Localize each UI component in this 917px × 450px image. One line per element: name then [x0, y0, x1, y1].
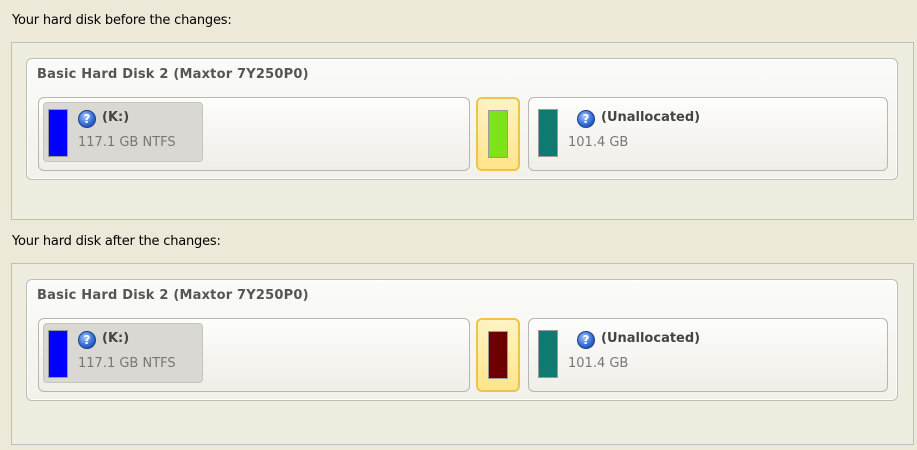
partition-info: 117.1 GB NTFS	[78, 135, 176, 150]
disk-title: Basic Hard Disk 2 (Maxtor 7Y250P0)	[37, 67, 309, 82]
partition-new[interactable]	[476, 318, 520, 392]
partition-color-bar	[538, 109, 558, 157]
partition-unallocated[interactable]: ? (Unallocated) 101.4 GB	[528, 318, 888, 392]
help-icon: ?	[78, 110, 96, 128]
after-label: Your hard disk after the changes:	[12, 234, 221, 249]
partition-name: (Unallocated)	[601, 331, 701, 346]
partition-color-bar	[488, 110, 508, 158]
partition-name: (Unallocated)	[601, 110, 701, 125]
after-disk-card[interactable]: Basic Hard Disk 2 (Maxtor 7Y250P0) ? (K:…	[26, 279, 898, 401]
before-disk-card[interactable]: Basic Hard Disk 2 (Maxtor 7Y250P0) ? (K:…	[26, 58, 898, 180]
help-icon: ?	[577, 110, 595, 128]
after-disk-map: Basic Hard Disk 2 (Maxtor 7Y250P0) ? (K:…	[11, 263, 914, 445]
partition-info: 101.4 GB	[568, 135, 629, 150]
before-disk-map: Basic Hard Disk 2 (Maxtor 7Y250P0) ? (K:…	[11, 42, 914, 220]
partition-color-bar	[538, 330, 558, 378]
partition-k[interactable]: ? (K:) 117.1 GB NTFS	[38, 318, 470, 392]
partition-color-bar	[488, 331, 508, 379]
partition-color-bar	[48, 330, 68, 378]
help-icon: ?	[78, 331, 96, 349]
partition-k[interactable]: ? (K:) 117.1 GB NTFS	[38, 97, 470, 171]
partition-name: (K:)	[102, 331, 130, 346]
partition-info: 117.1 GB NTFS	[78, 356, 176, 371]
partition-unallocated[interactable]: ? (Unallocated) 101.4 GB	[528, 97, 888, 171]
disk-title: Basic Hard Disk 2 (Maxtor 7Y250P0)	[37, 288, 309, 303]
before-label: Your hard disk before the changes:	[12, 13, 232, 28]
partition-new[interactable]	[476, 97, 520, 171]
partition-color-bar	[48, 109, 68, 157]
help-icon: ?	[577, 331, 595, 349]
partition-name: (K:)	[102, 110, 130, 125]
partition-info: 101.4 GB	[568, 356, 629, 371]
